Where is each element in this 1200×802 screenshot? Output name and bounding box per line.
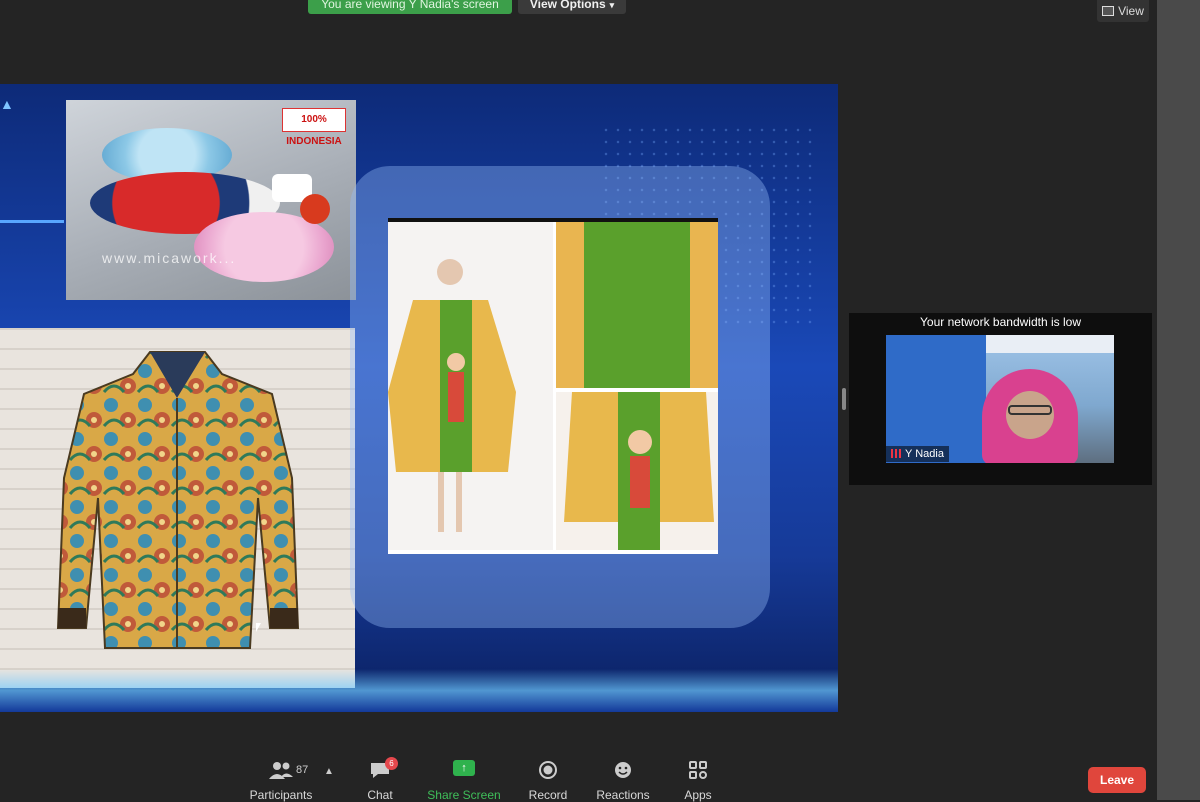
hats-product-photo: 100% INDONESIA www.micawork... xyxy=(66,100,356,300)
slide-bottom-glow xyxy=(0,669,838,712)
bandwidth-warning: Your network bandwidth is low xyxy=(920,315,1081,329)
slide-corner-mark: ▲ xyxy=(0,96,14,112)
chat-notification-badge: 6 xyxy=(385,757,398,770)
dress-illustration xyxy=(388,222,718,550)
virtual-background-panel xyxy=(886,335,986,463)
slide-accent-line xyxy=(0,220,64,223)
mouse-cursor xyxy=(256,623,261,632)
viewing-banner: You are viewing Y Nadia's screen xyxy=(308,0,512,14)
view-button[interactable]: View xyxy=(1097,0,1149,22)
photo-watermark: www.micawork... xyxy=(102,250,237,266)
signal-bars-icon xyxy=(891,449,901,458)
participant-name-tag: Y Nadia xyxy=(886,446,949,462)
participant-video-tile[interactable]: Your network bandwidth is low Y Nadia xyxy=(849,313,1152,485)
side-panel-edge xyxy=(1157,0,1200,800)
chat-button[interactable]: 6 Chat xyxy=(335,757,425,802)
participants-button[interactable]: 87 Participants xyxy=(236,760,326,802)
top-bar: You are viewing Y Nadia's screen View Op… xyxy=(0,0,1200,40)
batik-shirt-illustration xyxy=(56,351,300,649)
view-options-label: View Options xyxy=(529,0,606,11)
glasses-shape xyxy=(1008,405,1052,415)
participant-name: Y Nadia xyxy=(905,448,944,460)
participants-count: 87 xyxy=(296,764,309,776)
apps-button[interactable]: Apps xyxy=(653,760,743,802)
dress-product-photo xyxy=(388,218,718,554)
chat-icon: 6 xyxy=(335,757,425,782)
leave-button[interactable]: Leave xyxy=(1088,767,1146,793)
made-in-indonesia-badge: 100% INDONESIA xyxy=(282,108,346,147)
chevron-down-icon: ▾ xyxy=(609,0,615,10)
chevron-up-icon[interactable]: ▲ xyxy=(324,766,334,777)
participant-face xyxy=(1006,391,1054,439)
resize-handle[interactable] xyxy=(842,388,846,410)
share-screen-button[interactable]: ↑ Share Screen xyxy=(419,760,509,802)
meeting-toolbar: 87 Participants ▲ 6 Chat ↑ Share Screen … xyxy=(0,750,1157,802)
shared-screen: ▲ 100% INDONESIA www.micawork... xyxy=(0,84,838,712)
batik-shirt-photo xyxy=(0,328,355,688)
share-screen-icon: ↑ xyxy=(453,760,475,776)
video-feed xyxy=(886,335,1114,463)
view-options-button[interactable]: View Options ▾ xyxy=(518,0,626,14)
people-icon: 87 xyxy=(236,760,326,782)
view-icon xyxy=(1102,6,1115,16)
apps-icon xyxy=(653,760,743,782)
view-button-label: View xyxy=(1118,4,1144,18)
